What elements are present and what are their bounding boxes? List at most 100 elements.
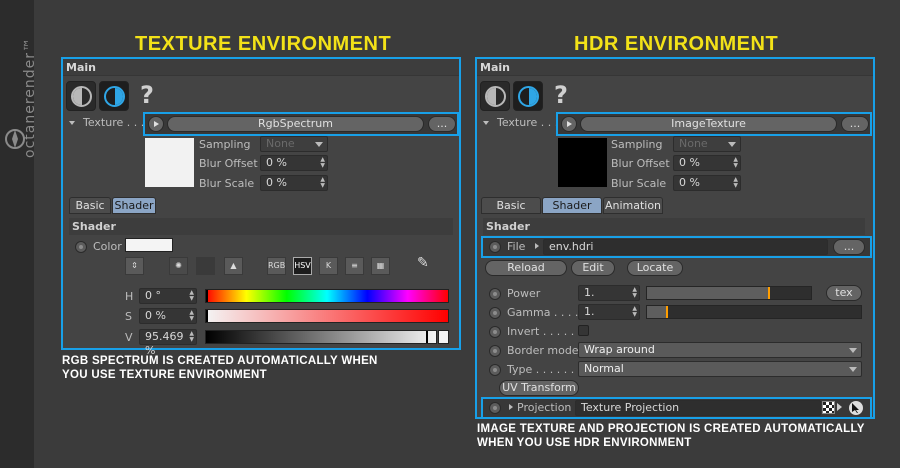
tab-animation[interactable]: Animation xyxy=(603,197,663,214)
spinner-icon[interactable]: ▲ ▼ xyxy=(189,331,194,343)
texture-shader-button[interactable]: RgbSpectrum xyxy=(167,116,424,132)
reload-button[interactable]: Reload xyxy=(485,260,567,276)
color-picker-tool-icon[interactable]: ⇕ xyxy=(125,257,144,275)
hsv-mode-button[interactable]: HSV xyxy=(293,257,312,275)
color-swatch[interactable] xyxy=(125,238,173,252)
color-wheel-icon[interactable]: ✺ xyxy=(169,257,188,275)
texture-shader-button[interactable]: ImageTexture xyxy=(580,116,837,132)
gamma-slider[interactable] xyxy=(646,305,862,319)
collapse-arrow-icon[interactable] xyxy=(483,121,489,125)
saturation-gradient-slider[interactable] xyxy=(205,309,449,323)
spinner-icon[interactable]: ▲ ▼ xyxy=(733,177,738,189)
texture-highlight: RgbSpectrum ... xyxy=(143,112,459,136)
h-label: H xyxy=(125,290,134,303)
texture-expand-button[interactable] xyxy=(148,116,164,132)
material-mode-active-button[interactable] xyxy=(513,81,543,111)
blur-offset-value: 0 % xyxy=(679,156,700,169)
gamma-slider-fill xyxy=(647,306,669,318)
play-arrow-icon[interactable] xyxy=(837,403,842,411)
spinner-icon[interactable]: ▲ ▼ xyxy=(632,306,637,318)
saturation-marker[interactable] xyxy=(206,310,208,322)
type-value: Normal xyxy=(584,362,624,375)
gamma-radio[interactable] xyxy=(489,307,501,319)
tab-basic[interactable]: Basic xyxy=(69,197,111,214)
power-slider[interactable] xyxy=(646,286,812,300)
half-circle-icon xyxy=(485,86,506,107)
saturation-field[interactable]: 0 % ▲ ▼ xyxy=(139,308,197,324)
kelvin-mode-button[interactable]: K xyxy=(319,257,338,275)
material-mode-button[interactable] xyxy=(480,81,510,111)
hue-field[interactable]: 0 ° ▲ ▼ xyxy=(139,288,197,304)
help-icon[interactable]: ? xyxy=(140,81,154,109)
border-mode-label: Border mode xyxy=(507,344,579,357)
help-icon[interactable]: ? xyxy=(554,81,568,109)
brand-wordmark: octanerender™ xyxy=(22,36,38,158)
spinner-icon[interactable]: ▲ ▼ xyxy=(189,290,194,302)
eyedropper-icon[interactable]: ✎ xyxy=(417,255,435,275)
sampling-select[interactable]: None xyxy=(260,136,328,152)
spinner-icon[interactable]: ▲ ▼ xyxy=(320,177,325,189)
spinner-icon[interactable]: ▲ ▼ xyxy=(632,287,637,299)
saturation-value: 0 % xyxy=(145,309,166,322)
rgb-mode-button[interactable]: RGB xyxy=(267,257,286,275)
expand-arrow-icon[interactable] xyxy=(535,243,539,249)
collapse-arrow-icon[interactable] xyxy=(69,121,75,125)
projection-field[interactable]: Texture Projection xyxy=(575,400,821,416)
power-field[interactable]: 1. ▲ ▼ xyxy=(578,285,640,301)
blur-scale-field[interactable]: 0 % ▲ ▼ xyxy=(673,175,741,191)
tab-shader[interactable]: Shader xyxy=(542,197,602,214)
swatches-icon[interactable]: ▦ xyxy=(371,257,390,275)
tab-shader[interactable]: Shader xyxy=(112,197,156,214)
file-highlight: File env.hdri ... xyxy=(481,236,872,258)
blur-offset-field[interactable]: 0 % ▲ ▼ xyxy=(260,155,328,171)
sampling-select[interactable]: None xyxy=(673,136,741,152)
file-browse-button[interactable]: ... xyxy=(833,239,865,255)
texture-options-button[interactable]: ... xyxy=(428,116,456,132)
cursor-pick-icon[interactable] xyxy=(849,401,863,415)
main-header: Main xyxy=(63,59,459,76)
value-marker[interactable] xyxy=(425,331,428,343)
texture-options-button[interactable]: ... xyxy=(841,116,869,132)
texture-expand-button[interactable] xyxy=(561,116,577,132)
sliders-icon[interactable]: ≡ xyxy=(345,257,364,275)
hue-marker[interactable] xyxy=(206,290,208,302)
invert-radio[interactable] xyxy=(489,326,501,338)
border-mode-radio[interactable] xyxy=(489,345,501,357)
projection-radio[interactable] xyxy=(489,402,501,414)
gamma-field[interactable]: 1. ▲ ▼ xyxy=(578,304,640,320)
invert-checkbox[interactable] xyxy=(578,325,589,336)
type-select[interactable]: Normal xyxy=(578,361,862,377)
expand-arrow-icon[interactable] xyxy=(509,404,513,410)
file-path-field[interactable]: env.hdri xyxy=(543,239,828,255)
gamma-slider-thumb[interactable] xyxy=(666,306,669,318)
material-mode-button[interactable] xyxy=(66,81,96,111)
power-radio[interactable] xyxy=(489,288,501,300)
border-mode-value: Wrap around xyxy=(584,343,655,356)
border-mode-select[interactable]: Wrap around xyxy=(578,342,862,358)
tab-basic[interactable]: Basic xyxy=(481,197,541,214)
tex-button[interactable]: tex xyxy=(826,285,862,301)
blur-scale-field[interactable]: 0 % ▲ ▼ xyxy=(260,175,328,191)
hdr-env-panel: Main ? Texture . . . ImageTexture ... Sa… xyxy=(475,57,875,419)
color-radio[interactable] xyxy=(75,241,87,253)
color-square-icon[interactable] xyxy=(196,257,215,275)
file-radio[interactable] xyxy=(489,241,501,253)
shader-section-header: Shader xyxy=(69,218,453,235)
left-title: TEXTURE ENVIRONMENT xyxy=(135,33,392,55)
image-picker-icon[interactable]: ▲ xyxy=(224,257,243,275)
locate-button[interactable]: Locate xyxy=(627,260,683,276)
blur-offset-field[interactable]: 0 % ▲ ▼ xyxy=(673,155,741,171)
spinner-icon[interactable]: ▲ ▼ xyxy=(189,310,194,322)
hue-gradient-slider[interactable] xyxy=(205,289,449,303)
power-slider-thumb[interactable] xyxy=(768,287,770,299)
value-field[interactable]: 95.469 % ▲ ▼ xyxy=(139,329,197,357)
edit-button[interactable]: Edit xyxy=(571,260,615,276)
checker-icon[interactable] xyxy=(822,401,835,414)
type-radio[interactable] xyxy=(489,364,501,376)
projection-highlight: Projection Texture Projection xyxy=(481,397,872,419)
spinner-icon[interactable]: ▲ ▼ xyxy=(320,157,325,169)
uv-transform-button[interactable]: UV Transform xyxy=(499,380,579,396)
value-gradient-slider[interactable] xyxy=(205,330,437,344)
spinner-icon[interactable]: ▲ ▼ xyxy=(733,157,738,169)
material-mode-active-button[interactable] xyxy=(99,81,129,111)
